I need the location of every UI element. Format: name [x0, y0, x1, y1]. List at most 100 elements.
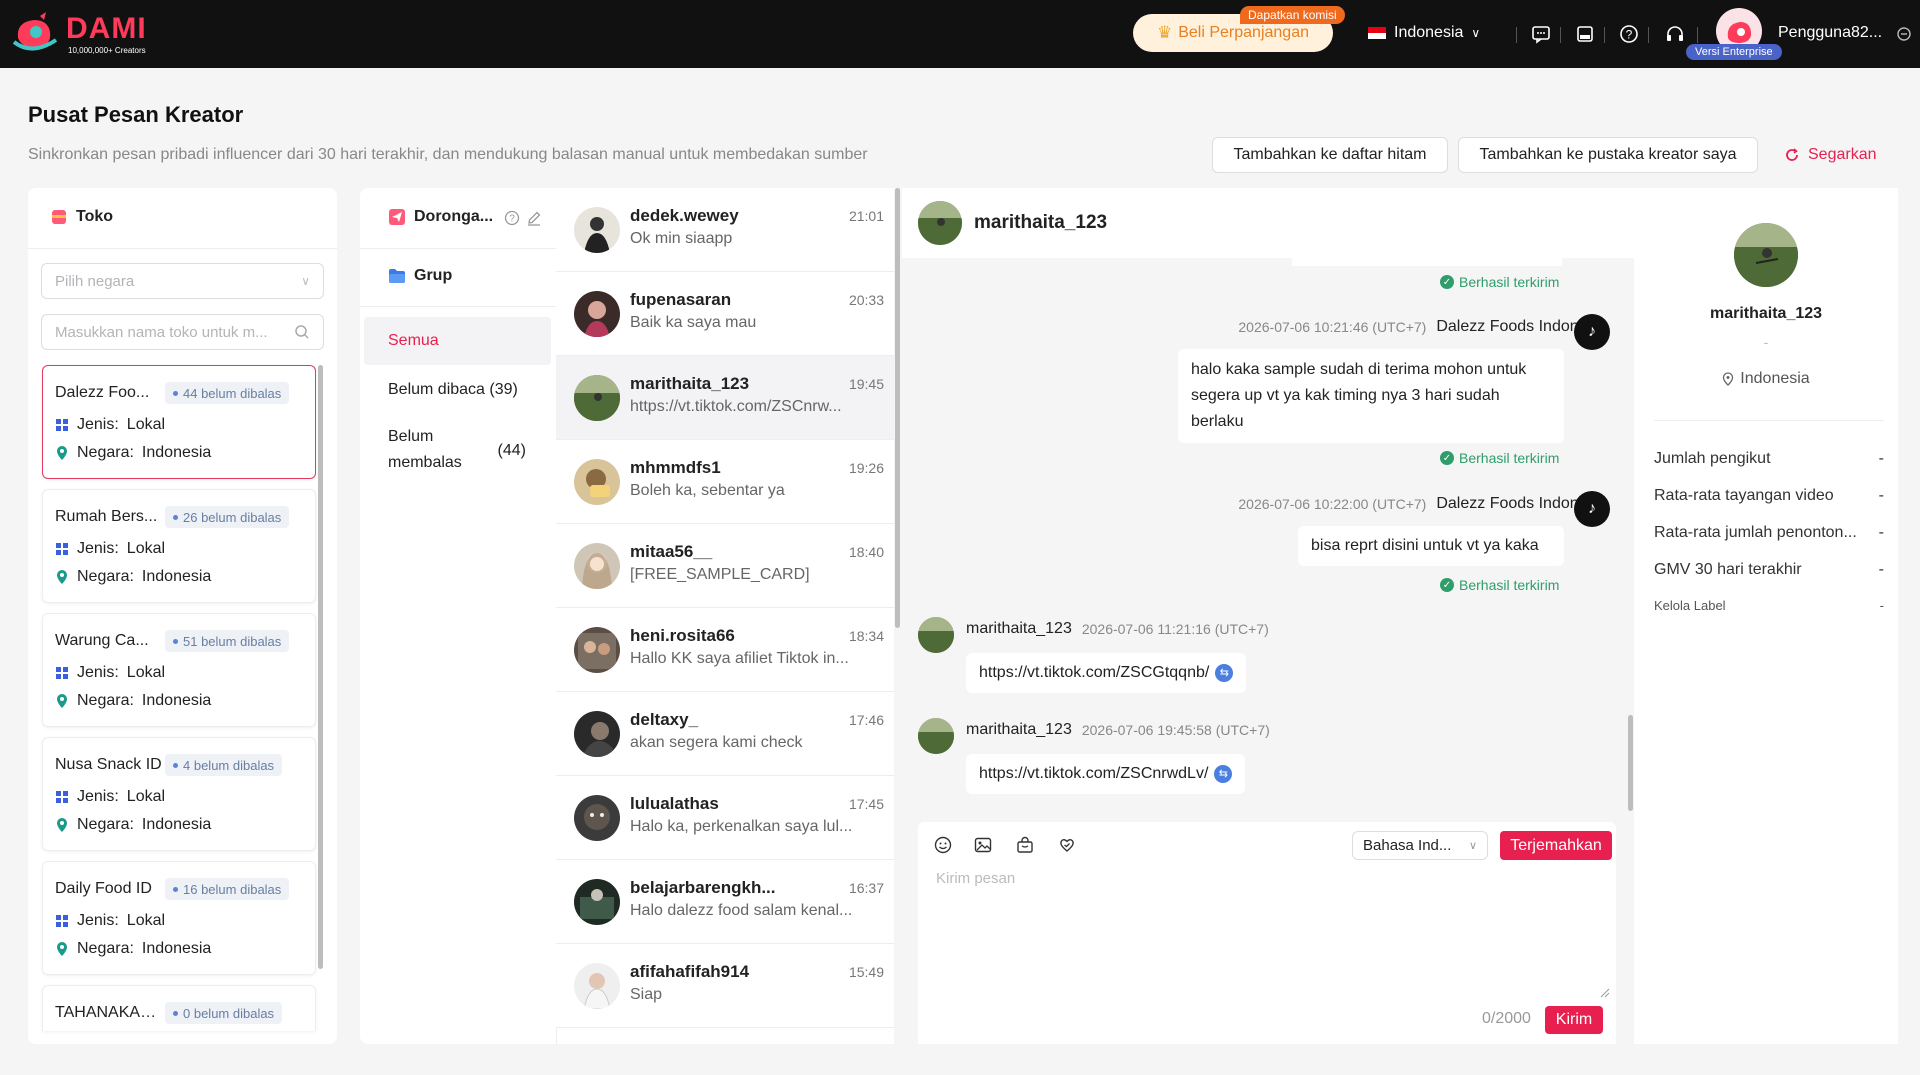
- divider: [1560, 27, 1561, 43]
- filter-unread[interactable]: Belum dibaca (39): [388, 381, 518, 399]
- language-select[interactable]: Bahasa Ind... ∨: [1352, 831, 1488, 860]
- shop-card[interactable]: Rumah Bers... 26 belum dibalas Jenis: Lo…: [42, 489, 316, 603]
- layout-icon[interactable]: [1572, 21, 1598, 47]
- blacklist-button[interactable]: Tambahkan ke daftar hitam: [1212, 137, 1448, 173]
- shop-country-row: Negara: Indonesia: [55, 816, 211, 834]
- filter-unreplied[interactable]: Belum membalas (44): [388, 428, 530, 482]
- conversation-time: 20:33: [848, 292, 884, 308]
- heart-hand-icon[interactable]: [1058, 836, 1076, 854]
- conversation-avatar: [574, 795, 620, 841]
- country-select-placeholder: Pilih negara: [55, 272, 135, 290]
- message-meta: 2026-07-06 10:21:46 (UTC+7) Dalezz Foods…: [1238, 318, 1608, 336]
- conversation-item[interactable]: fupenasaran 20:33 Baik ka saya mau: [556, 272, 894, 356]
- conversation-time: 18:34: [848, 628, 884, 644]
- message-link[interactable]: https://vt.tiktok.com/ZSCnrwdLv/: [979, 761, 1208, 787]
- user-status-icon[interactable]: [1896, 26, 1912, 42]
- enterprise-badge: Versi Enterprise: [1686, 44, 1782, 60]
- user-name[interactable]: Pengguna82...: [1778, 24, 1882, 42]
- translate-badge-icon[interactable]: ⇆: [1215, 664, 1234, 682]
- conversation-item[interactable]: heni.rosita66 18:34 Hallo KK saya afilie…: [556, 608, 894, 692]
- conversation-item[interactable]: lulualathas 17:45 Halo ka, perkenalkan s…: [556, 776, 894, 860]
- chevron-down-icon: ∨: [1471, 26, 1481, 40]
- country-select[interactable]: Pilih negara ∨: [41, 263, 324, 299]
- sent-status-label: Berhasil terkirim: [1459, 274, 1560, 290]
- shop-name: Warung Ca...: [55, 632, 149, 649]
- manage-labels-link[interactable]: Kelola Label: [1654, 598, 1726, 613]
- message-timestamp: 2026-07-06 11:21:16 (UTC+7): [1081, 621, 1269, 637]
- conversation-item[interactable]: mitaa56__ 18:40 [FREE_SAMPLE_CARD]: [556, 524, 894, 608]
- conversation-time: 17:45: [848, 796, 884, 812]
- send-button[interactable]: Kirim: [1545, 1006, 1603, 1034]
- profile-location-label: Indonesia: [1740, 370, 1810, 387]
- refresh-icon: [1786, 148, 1798, 161]
- shop-card[interactable]: Warung Ca... 51 belum dibalas Jenis: Lok…: [42, 613, 316, 727]
- conversation-item[interactable]: marithaita_123 19:45 https://vt.tiktok.c…: [556, 356, 894, 440]
- divider: [360, 248, 556, 249]
- message-bubble[interactable]: https://vt.tiktok.com/ZSCGtqqnb/ ⇆: [966, 653, 1247, 693]
- renew-label: Beli Perpanjangan: [1178, 24, 1309, 41]
- shopping-bag-icon[interactable]: [1016, 836, 1034, 854]
- filter-all[interactable]: Semua: [364, 317, 551, 365]
- shop-type-row: Jenis: Lokal: [55, 912, 165, 930]
- unread-badge: 44 belum dibalas: [165, 382, 290, 404]
- edit-icon[interactable]: [526, 210, 542, 226]
- country-label: Negara:: [77, 940, 134, 957]
- conversation-scrollbar[interactable]: [895, 188, 900, 628]
- translate-badge-icon[interactable]: ⇆: [1214, 765, 1233, 783]
- shop-card[interactable]: Nusa Snack ID 4 belum dibalas Jenis: Lok…: [42, 737, 316, 851]
- shop-search-placeholder: Masukkan nama toko untuk m...: [55, 323, 268, 341]
- conversation-item[interactable]: mhmmdfs1 19:26 Boleh ka, sebentar ya: [556, 440, 894, 524]
- resize-handle-icon[interactable]: [1600, 988, 1610, 998]
- message-bubble[interactable]: https://vt.tiktok.com/ZSCnrwdLv/ ⇆: [966, 754, 1246, 794]
- country-value: Indonesia: [141, 444, 212, 461]
- message-input[interactable]: Kirim pesan: [936, 870, 1610, 998]
- shop-card[interactable]: Dalezz Foo... 44 belum dibalas Jenis: Lo…: [42, 365, 316, 479]
- grid-icon: [56, 791, 68, 803]
- character-counter: 0/2000: [1482, 1010, 1531, 1027]
- message-icon[interactable]: [1528, 21, 1554, 47]
- manage-labels-row[interactable]: Kelola Label -: [1654, 598, 1884, 613]
- dami-logo-icon[interactable]: [12, 12, 58, 54]
- message-link[interactable]: https://vt.tiktok.com/ZSCGtqqnb/: [979, 660, 1209, 686]
- shop-name: Nusa Snack ID: [55, 756, 162, 773]
- conversation-item[interactable]: deltaxy_ 17:46 akan segera kami check: [556, 692, 894, 776]
- commission-tag[interactable]: Dapatkan komisi: [1240, 6, 1345, 24]
- stat-value: -: [1878, 487, 1884, 504]
- unread-badge: 4 belum dibalas: [165, 754, 283, 776]
- svg-text:?: ?: [1626, 28, 1633, 42]
- push-header: Doronga...: [388, 208, 493, 226]
- country-selector[interactable]: Indonesia ∨: [1368, 24, 1480, 42]
- add-to-library-button[interactable]: Tambahkan ke pustaka kreator saya: [1458, 137, 1758, 173]
- conversation-time: 15:49: [848, 964, 884, 980]
- conversation-name: marithaita_123: [630, 374, 750, 393]
- conversation-preview: Hallo KK saya afiliet Tiktok in...: [630, 650, 849, 667]
- shop-type-row: Jenis: Lokal: [55, 664, 165, 682]
- emoji-icon[interactable]: [934, 836, 952, 854]
- conversation-item[interactable]: belajarbarengkh... 16:37 Halo dalezz foo…: [556, 860, 894, 944]
- unread-badge: 16 belum dibalas: [165, 878, 290, 900]
- shop-card[interactable]: TAHANAKAN... 0 belum dibalas: [42, 985, 316, 1031]
- headset-icon[interactable]: [1662, 21, 1688, 47]
- chat-scrollbar[interactable]: [1628, 715, 1633, 811]
- message-meta: marithaita_123 2026-07-06 11:21:16 (UTC+…: [966, 620, 1269, 638]
- group-label: Grup: [414, 267, 453, 284]
- grid-icon: [56, 419, 68, 431]
- help-icon[interactable]: ?: [1616, 21, 1642, 47]
- translate-button[interactable]: Terjemahkan: [1500, 831, 1612, 860]
- group-header[interactable]: Grup: [388, 267, 452, 285]
- refresh-button[interactable]: Segarkan: [1784, 146, 1877, 164]
- stat-followers: Jumlah pengikut -: [1654, 450, 1884, 468]
- help-icon[interactable]: ?: [504, 210, 520, 226]
- image-icon[interactable]: [974, 836, 992, 854]
- shop-search-input[interactable]: Masukkan nama toko untuk m...: [41, 314, 324, 350]
- conversation-item[interactable]: dedek.wewey 21:01 Ok min siaapp: [556, 188, 894, 272]
- conversation-item[interactable]: afifahafifah914 15:49 Siap: [556, 944, 894, 1028]
- grid-icon: [56, 543, 68, 555]
- shops-scrollbar[interactable]: [318, 365, 323, 969]
- conversation-name: mitaa56__: [630, 542, 713, 561]
- top-bar: DAMI 10,000,000+ Creators ♛ Beli Perpanj…: [0, 0, 1920, 68]
- shop-card[interactable]: Daily Food ID 16 belum dibalas Jenis: Lo…: [42, 861, 316, 975]
- check-icon: ✓: [1440, 578, 1454, 592]
- conversation-name: dedek.wewey: [630, 206, 739, 225]
- chat-contact-name[interactable]: marithaita_123: [974, 212, 1107, 234]
